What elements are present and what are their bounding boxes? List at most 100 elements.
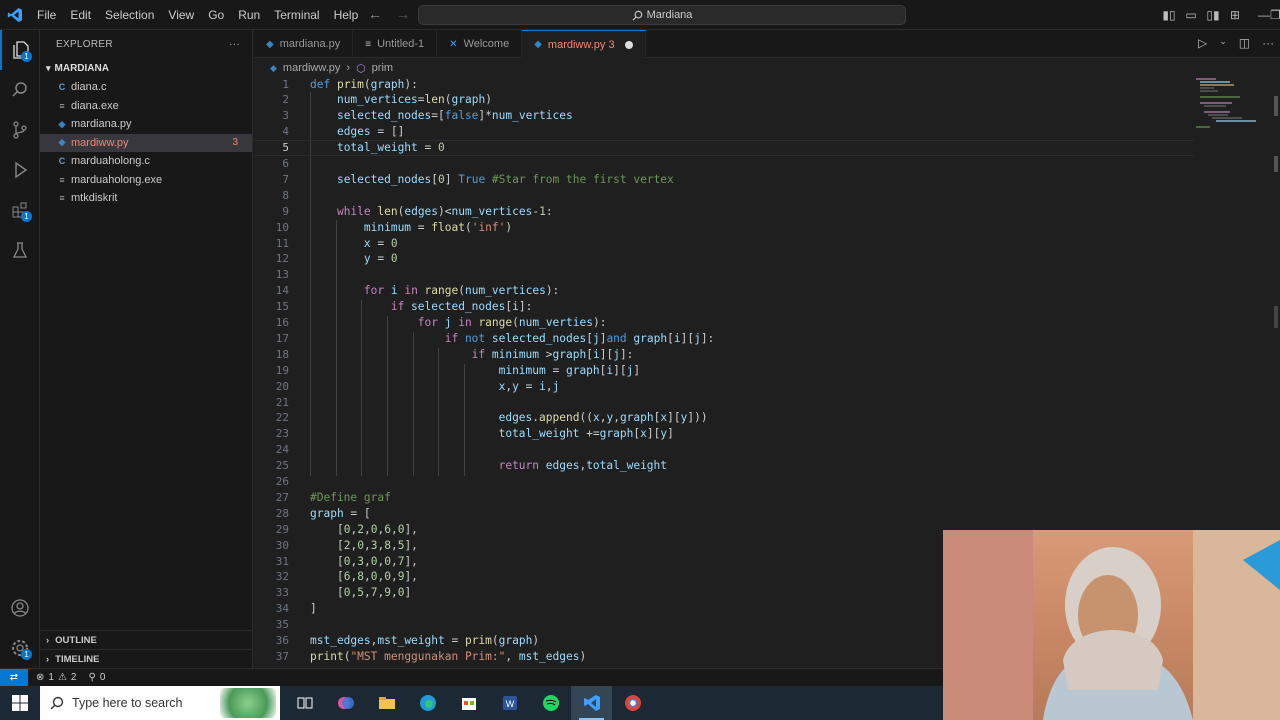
file-item[interactable]: Cmarduaholong.c bbox=[40, 152, 252, 171]
minimize-button[interactable]: — bbox=[1258, 8, 1270, 22]
file-item[interactable]: Cdiana.c bbox=[40, 78, 252, 97]
unsaved-dot-icon[interactable] bbox=[624, 40, 633, 49]
more-actions-icon[interactable]: ··· bbox=[229, 39, 240, 50]
file-item[interactable]: ≡ mtkdiskrit bbox=[40, 189, 252, 208]
tab-label: mardiana.py bbox=[279, 38, 341, 50]
editor-tab[interactable]: ✕ Welcome bbox=[437, 30, 523, 58]
remote-indicator-icon[interactable]: ⇄ bbox=[0, 668, 28, 687]
timeline-label: TIMELINE bbox=[55, 654, 100, 665]
menu-item-help[interactable]: Help bbox=[327, 8, 366, 22]
vscode-icon[interactable] bbox=[571, 686, 612, 720]
settings-gear-icon[interactable]: 1 bbox=[0, 628, 40, 668]
taskbar-search-box[interactable]: Type here to search bbox=[40, 686, 280, 720]
code-text: [0,3,0,0,7], bbox=[310, 554, 418, 568]
chrome-icon[interactable] bbox=[612, 686, 653, 720]
command-center-search[interactable]: Mardiana bbox=[418, 5, 906, 25]
toggle-panel-icon[interactable]: ▭ bbox=[1180, 8, 1202, 22]
split-editor-icon[interactable]: ◫ bbox=[1239, 36, 1250, 50]
code-text: [0,5,7,9,0] bbox=[310, 586, 412, 600]
explorer-icon[interactable]: 1 bbox=[0, 30, 40, 70]
problems-indicator[interactable]: ⊗ 1 ⚠ 2 bbox=[36, 672, 76, 683]
line-number: 3 bbox=[282, 109, 289, 123]
folder-name: MARDIANA bbox=[54, 62, 109, 74]
search-highlight-icon bbox=[220, 688, 276, 718]
file-item[interactable]: ◆ mardiana.py bbox=[40, 115, 252, 134]
file-explorer-icon[interactable] bbox=[366, 686, 407, 720]
file-item[interactable]: ≡ diana.exe bbox=[40, 97, 252, 116]
editor-tabs: ◆ mardiana.py ≡ Untitled-1 ✕ Welcome ◆ mardiww.… bbox=[254, 30, 1280, 58]
menu-item-view[interactable]: View bbox=[161, 8, 201, 22]
task-view-icon[interactable] bbox=[284, 686, 325, 720]
code-line: 28 graph = [ bbox=[254, 505, 1194, 521]
file-icon: ≡ bbox=[59, 193, 65, 204]
file-item[interactable]: ≡ marduaholong.exe bbox=[40, 171, 252, 190]
chevron-down-icon[interactable]: ⌄ bbox=[1219, 36, 1227, 50]
copilot-icon[interactable] bbox=[325, 686, 366, 720]
menu-item-go[interactable]: Go bbox=[201, 8, 231, 22]
ports-indicator[interactable]: ⚲ 0 bbox=[88, 672, 105, 683]
explorer-title: EXPLORER bbox=[56, 38, 113, 50]
file-item[interactable]: ◆ mardiww.py 3 bbox=[40, 133, 252, 152]
editor-actions: ▷ ⌄ ◫ ··· bbox=[1198, 36, 1274, 50]
line-number: 32 bbox=[275, 570, 289, 584]
menu-item-run[interactable]: Run bbox=[231, 8, 267, 22]
extensions-icon[interactable]: 1 bbox=[0, 190, 40, 230]
line-number: 17 bbox=[275, 331, 289, 345]
code-line: 25 return edges,total_weight bbox=[254, 458, 1194, 474]
word-icon[interactable]: W bbox=[489, 686, 530, 720]
store-icon[interactable] bbox=[448, 686, 489, 720]
code-text: x = 0 bbox=[363, 236, 398, 250]
code-line: 16 for j in range(num_verties): bbox=[254, 315, 1194, 331]
code-text: return edges,total_weight bbox=[498, 459, 668, 473]
testing-icon[interactable] bbox=[0, 230, 40, 270]
chevron-right-icon: › bbox=[346, 62, 351, 74]
menu-item-file[interactable]: File bbox=[30, 8, 63, 22]
spotify-icon[interactable] bbox=[530, 686, 571, 720]
code-text: ] bbox=[310, 602, 317, 616]
code-line: 3 selected_nodes=[false]*num_vertices bbox=[254, 108, 1194, 124]
search-icon[interactable] bbox=[0, 70, 40, 110]
code-text: #Define graf bbox=[310, 490, 391, 504]
menu-item-edit[interactable]: Edit bbox=[63, 8, 98, 22]
windows-start-icon[interactable] bbox=[0, 686, 40, 720]
customize-layout-icon[interactable]: ⊞ bbox=[1224, 8, 1246, 22]
forward-arrow-icon[interactable]: → bbox=[396, 6, 410, 22]
code-line: 6 bbox=[254, 156, 1194, 172]
toggle-primary-sidebar-icon[interactable]: ▮▯ bbox=[1158, 8, 1180, 22]
file-name: mtkdiskrit bbox=[71, 192, 118, 205]
more-actions-icon[interactable]: ··· bbox=[1262, 36, 1274, 50]
tab-label: Welcome bbox=[463, 38, 510, 50]
back-arrow-icon[interactable]: ← bbox=[368, 6, 382, 22]
line-number: 11 bbox=[275, 236, 289, 250]
scrollbar-thumb[interactable] bbox=[1274, 96, 1278, 116]
folder-mardiana[interactable]: ▾ MARDIANA bbox=[40, 58, 252, 78]
accounts-icon[interactable] bbox=[0, 588, 40, 628]
restore-button[interactable]: ❐ bbox=[1270, 8, 1280, 22]
code-line: 18 if minimum >graph[i][j]: bbox=[254, 346, 1194, 362]
editor-tab[interactable]: ≡ Untitled-1 bbox=[353, 30, 438, 58]
explorer-header: EXPLORER ··· bbox=[40, 30, 252, 58]
code-text: for j in range(num_verties): bbox=[417, 316, 607, 329]
breadcrumb-symbol[interactable]: prim bbox=[372, 62, 393, 74]
toggle-secondary-sidebar-icon[interactable]: ▯▮ bbox=[1202, 8, 1224, 22]
source-control-icon[interactable] bbox=[0, 110, 40, 150]
code-line: 8 bbox=[254, 187, 1194, 203]
outline-section[interactable]: › OUTLINE bbox=[40, 630, 253, 650]
breadcrumb-file[interactable]: mardiww.py bbox=[283, 62, 340, 74]
run-python-icon[interactable]: ▷ bbox=[1198, 36, 1207, 50]
editor-tab[interactable]: ◆ mardiww.py 3 bbox=[522, 30, 646, 58]
python-file-icon: ◆ bbox=[58, 118, 66, 129]
code-text: selected_nodes=[false]*num_vertices bbox=[336, 109, 573, 123]
edge-icon[interactable] bbox=[407, 686, 448, 720]
code-text: def prim(graph): bbox=[310, 77, 418, 91]
c-file-icon: C bbox=[58, 156, 66, 167]
run-debug-icon[interactable] bbox=[0, 150, 40, 190]
menu-item-selection[interactable]: Selection bbox=[98, 8, 161, 22]
menu-item-terminal[interactable]: Terminal bbox=[267, 8, 326, 22]
code-line: 22 edges.append((x,y,graph[x][y])) bbox=[254, 410, 1194, 426]
timeline-section[interactable]: › TIMELINE bbox=[40, 649, 253, 669]
editor-tab[interactable]: ◆ mardiana.py bbox=[254, 30, 354, 58]
minimap[interactable] bbox=[1194, 76, 1270, 136]
python-icon: ◆ bbox=[534, 39, 542, 50]
code-line: 26 bbox=[254, 474, 1194, 490]
